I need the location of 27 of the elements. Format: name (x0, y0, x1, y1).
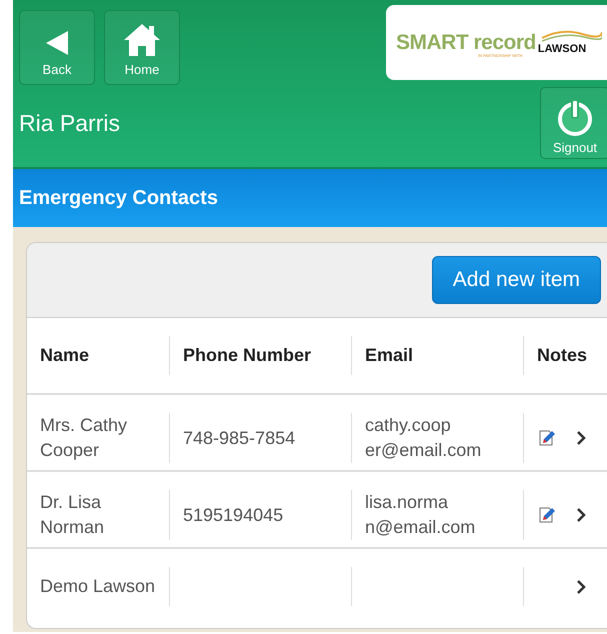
chevron-right-icon[interactable] (576, 430, 586, 446)
table-cell-text: lisa.norma n@email.com (365, 491, 476, 539)
back-button[interactable]: Back (19, 10, 95, 85)
column-header: Notes (537, 345, 588, 366)
section-title: Emergency Contacts (19, 186, 218, 210)
partner-name: LAWSON (538, 42, 586, 54)
table-cell-text: Mrs. Cathy Cooper (40, 414, 128, 462)
column-header: Email (365, 345, 414, 366)
table-cell-text: 748-985-7854 (183, 426, 296, 450)
signout-button[interactable]: Signout (540, 87, 607, 159)
user-name: Ria Parris (18, 110, 120, 136)
house-icon (122, 22, 162, 58)
chevron-right-icon[interactable] (576, 507, 586, 523)
logo-title: SMART record (396, 30, 536, 54)
table-cell-text: 5195194045 (183, 504, 284, 526)
home-button[interactable]: Home (104, 10, 180, 85)
note-pencil-icon[interactable] (538, 506, 556, 524)
add-item-button[interactable]: Add new item (432, 256, 601, 304)
table-cell-text: Demo Lawson (40, 575, 156, 598)
column-header: Name (40, 345, 90, 366)
swoosh-icon (542, 28, 602, 42)
note-pencil-icon[interactable] (538, 429, 556, 447)
power-icon (555, 98, 595, 138)
table-cell-text: Dr. Lisa Norman (40, 491, 106, 539)
chevron-right-icon[interactable] (576, 578, 586, 594)
table-cell-text: cathy.coop er@email.com (365, 414, 482, 462)
column-header: Phone Number (183, 345, 312, 366)
